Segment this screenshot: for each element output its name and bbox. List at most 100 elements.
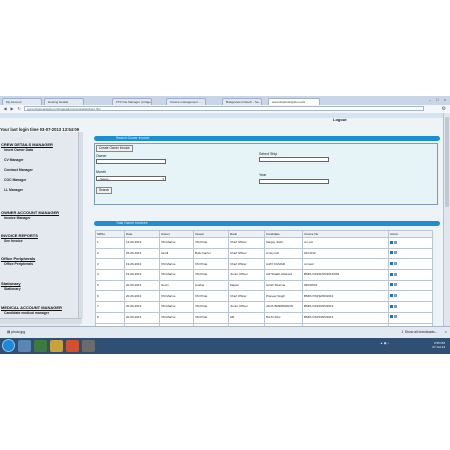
row-actions[interactable] bbox=[388, 247, 433, 260]
main-content: Search Owner Invoice Create Owner Invoic… bbox=[86, 113, 450, 326]
view-icon[interactable] bbox=[394, 240, 397, 244]
select-ship-input[interactable] bbox=[259, 157, 329, 162]
table-cell: 6 bbox=[95, 290, 125, 303]
month-select[interactable]: --Select-- ▾ bbox=[96, 176, 166, 181]
table-row: 4 19-06-2013 VM Marine VM Pride Junior Offic… bbox=[95, 269, 433, 281]
explorer-icon[interactable] bbox=[18, 340, 31, 352]
row-actions[interactable] bbox=[388, 237, 433, 249]
download-item[interactable]: ▤ photo.jpg bbox=[7, 330, 25, 334]
table-cell: 8 bbox=[95, 311, 125, 324]
table-row: 1 14-06-2013 VM Marine VM Pride Chief Office… bbox=[95, 237, 433, 249]
table-row: 3 19-06-2013 VM Marine VM Pride Chief Office… bbox=[95, 258, 433, 271]
page-scrollbar[interactable] bbox=[443, 113, 450, 326]
sidebar-item-medical-manager[interactable]: Candidate medical manager bbox=[4, 311, 49, 315]
close-icon[interactable]: × bbox=[445, 329, 447, 334]
view-icon[interactable] bbox=[394, 262, 397, 266]
forward-icon[interactable]: ▶ bbox=[9, 106, 15, 112]
sidebar-item-contract-manager[interactable]: Contract Manager bbox=[4, 168, 33, 172]
download-filename: photo.jpg bbox=[11, 330, 26, 334]
sidebar-horizontal-scrollbar[interactable] bbox=[0, 318, 82, 324]
window-controls[interactable]: – □ × bbox=[429, 97, 448, 102]
url-input[interactable]: www.shipboardjobs.in/bridgeadmin/invoice… bbox=[24, 106, 424, 111]
row-actions[interactable] bbox=[388, 269, 433, 281]
table-cell: 20-06-2013 bbox=[124, 301, 160, 313]
table-cell: BMPL/VM/31/06/2013/004 bbox=[302, 269, 389, 281]
sidebar-section-stationary[interactable]: Stationary bbox=[1, 281, 21, 286]
chrome-icon[interactable] bbox=[66, 340, 79, 352]
sidebar-section-office-peripherals[interactable]: Office Peripherals bbox=[1, 256, 35, 261]
edit-icon[interactable] bbox=[390, 294, 393, 298]
system-tray[interactable]: ▲ ▣ ♪ bbox=[380, 341, 389, 345]
table-cell: JACK BREMMISON bbox=[264, 301, 303, 313]
row-actions[interactable] bbox=[388, 301, 433, 313]
folder-icon[interactable] bbox=[50, 340, 63, 352]
edit-icon[interactable] bbox=[390, 272, 393, 276]
sidebar-item-insert-owner-data[interactable]: Insert Owner Data bbox=[4, 148, 33, 152]
taskbar: ▲ ▣ ♪ 3:55 PM 07-Jul-13 bbox=[0, 338, 450, 354]
edit-icon[interactable] bbox=[390, 304, 393, 308]
browser-tab-active[interactable]: www.shipboardjobs.net/s bbox=[268, 98, 320, 105]
sidebar-scrollbar[interactable] bbox=[78, 132, 83, 318]
reload-icon[interactable]: ↻ bbox=[16, 106, 22, 112]
browser-tab[interactable]: My Account bbox=[2, 98, 42, 105]
wrench-icon[interactable]: ⚙ bbox=[442, 106, 446, 112]
sidebar-section-crew[interactable]: CREW DETAILS MANAGER bbox=[1, 142, 53, 147]
sidebar-item-office-peripherals[interactable]: Office Peripherals bbox=[4, 262, 33, 266]
row-actions[interactable] bbox=[388, 290, 433, 303]
app-icon[interactable] bbox=[82, 340, 95, 352]
search-button[interactable]: Search bbox=[96, 187, 113, 194]
column-header: Invoice No bbox=[302, 230, 389, 238]
row-actions[interactable] bbox=[388, 311, 433, 324]
sidebar-item-ll-manager[interactable]: LL Manager bbox=[4, 188, 23, 192]
scrollbar-thumb[interactable] bbox=[445, 117, 449, 207]
row-actions[interactable] bbox=[388, 258, 433, 271]
table-cell: 14-06-2013 bbox=[124, 237, 160, 249]
column-header: Candidate bbox=[264, 230, 303, 238]
browser-tab[interactable]: Bridgeview Infotech - Se... bbox=[222, 98, 262, 105]
owner-label: Owner bbox=[96, 154, 107, 158]
column-header: SRNo. bbox=[95, 230, 125, 238]
table-cell: VM Pride bbox=[193, 311, 229, 324]
browser-tab[interactable]: Invoice management - ... bbox=[166, 98, 206, 105]
column-header: Owner bbox=[159, 230, 194, 238]
table-cell: VM Marine bbox=[159, 301, 194, 313]
start-button[interactable] bbox=[2, 339, 15, 352]
show-all-downloads-link[interactable]: ⇩ Show all downloads... bbox=[401, 330, 438, 334]
sidebar-item-invoice-manager[interactable]: Invoice Manager bbox=[4, 216, 31, 220]
taskbar-clock[interactable]: 3:55 PM 07-Jul-13 bbox=[425, 341, 445, 349]
table-cell: Sanjay Joshi bbox=[264, 237, 303, 249]
sidebar-item-stationary[interactable]: Stationary bbox=[4, 287, 21, 291]
table-cell: 2 bbox=[95, 247, 125, 260]
view-icon[interactable] bbox=[394, 251, 397, 255]
sidebar-item-coc-manager[interactable]: COC Manager bbox=[4, 178, 26, 182]
table-cell: BMPL/VM/34/06/2013 bbox=[302, 311, 389, 324]
browser-tab[interactable]: Hosting Details bbox=[44, 98, 84, 105]
edit-icon[interactable] bbox=[390, 283, 393, 287]
view-icon[interactable] bbox=[394, 272, 397, 276]
sidebar-section-owner-account[interactable]: OWNER ACCOUNT MANAGER bbox=[1, 210, 59, 215]
back-icon[interactable]: ◀ bbox=[2, 106, 8, 112]
edit-icon[interactable] bbox=[390, 315, 393, 319]
sidebar-item-cv-manager[interactable]: CV Manager bbox=[4, 158, 24, 162]
sidebar-item-see-invoice[interactable]: See Invoice bbox=[4, 239, 23, 243]
search-section-title: Search Owner Invoice bbox=[116, 136, 150, 140]
media-player-icon[interactable] bbox=[34, 340, 47, 352]
edit-icon[interactable] bbox=[390, 251, 393, 255]
create-owner-invoice-button[interactable]: Create Owner Invoice bbox=[96, 145, 133, 152]
sidebar-section-invoice-reports[interactable]: INVOICE REPORTS bbox=[1, 233, 38, 238]
view-icon[interactable] bbox=[394, 294, 397, 298]
edit-icon[interactable] bbox=[390, 240, 393, 244]
owner-input[interactable] bbox=[96, 159, 166, 164]
sidebar-section-medical[interactable]: MEDICAL ACCOUNT MANAGER bbox=[1, 305, 62, 310]
year-input[interactable] bbox=[259, 179, 329, 184]
view-icon[interactable] bbox=[394, 315, 397, 319]
chevron-down-icon: ▾ bbox=[162, 177, 164, 181]
view-icon[interactable] bbox=[394, 304, 397, 308]
table-cell: VM Marine bbox=[159, 237, 194, 249]
row-actions[interactable] bbox=[388, 279, 433, 292]
table-cell: BMPL/VM/33/06/2013 bbox=[302, 301, 389, 313]
table-row: 2 05-06-2013 sandi Bulk Carrier Chief Office… bbox=[95, 247, 433, 260]
browser-tab[interactable]: FTP File Manager | bridges bbox=[112, 98, 152, 105]
view-icon[interactable] bbox=[394, 283, 397, 287]
edit-icon[interactable] bbox=[390, 262, 393, 266]
